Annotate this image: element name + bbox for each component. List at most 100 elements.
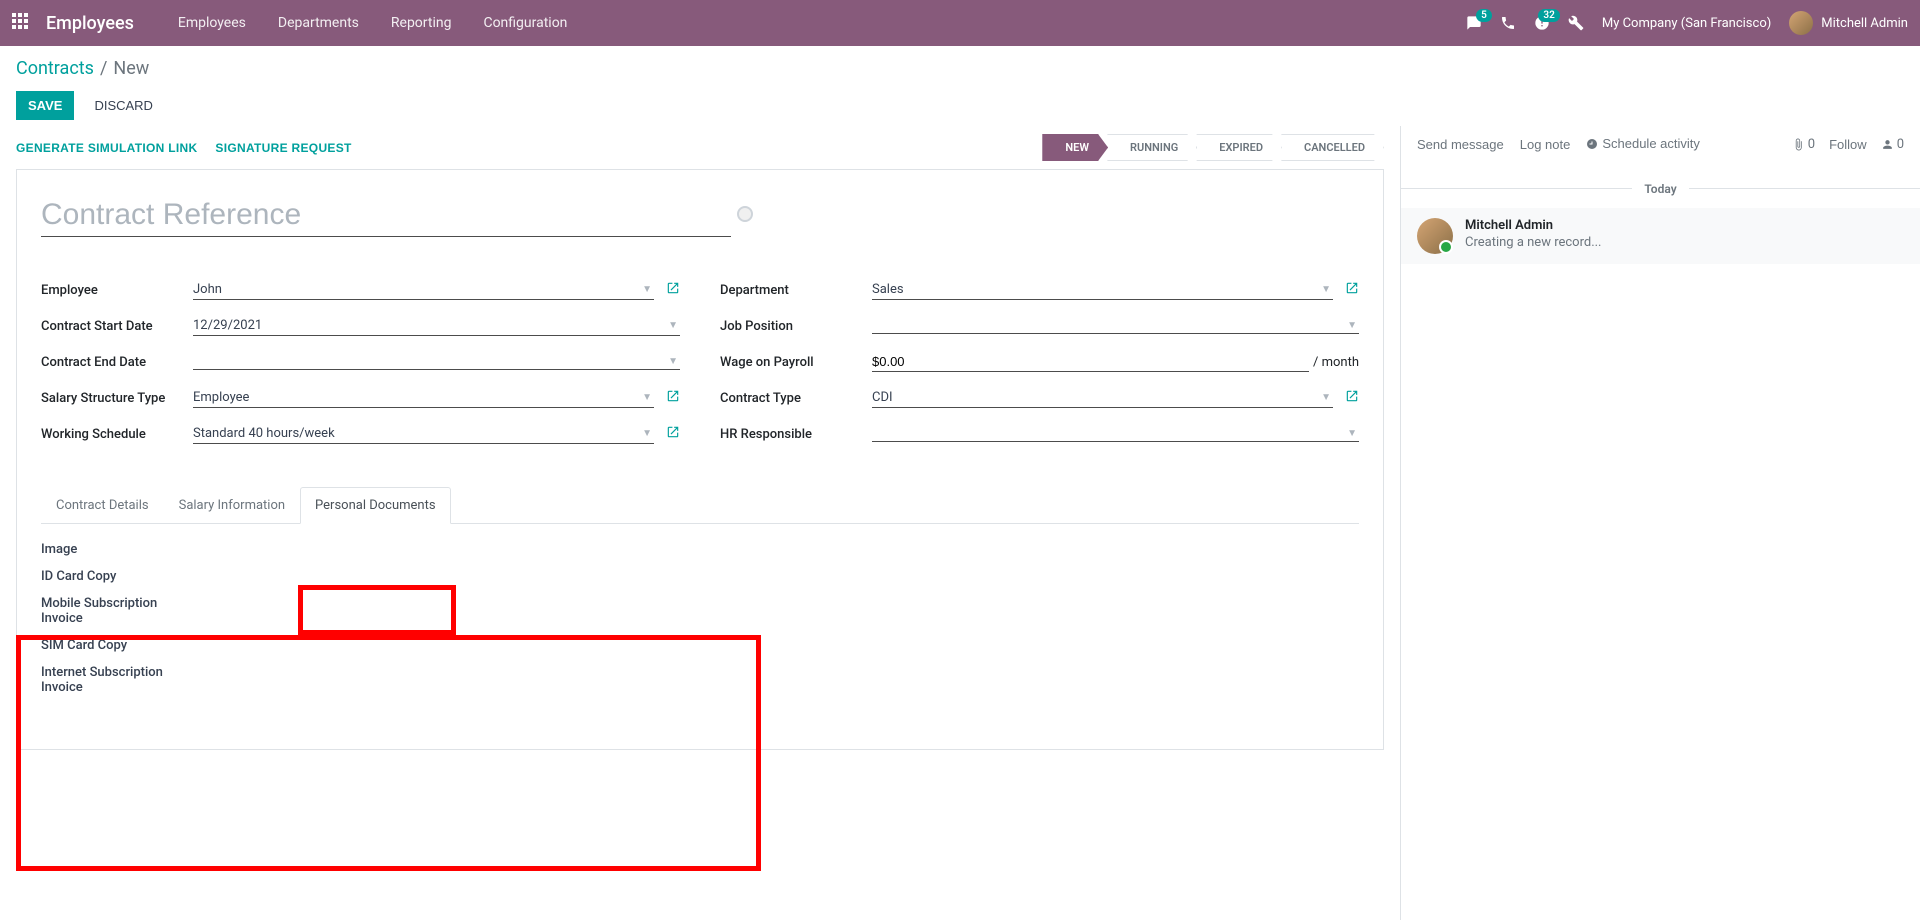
- caret-icon: ▼: [668, 356, 680, 367]
- caret-icon: ▼: [1347, 320, 1359, 331]
- apps-icon[interactable]: [12, 13, 32, 33]
- hr-field[interactable]: ▼: [872, 426, 1359, 442]
- message-author: Mitchell Admin: [1465, 218, 1904, 233]
- signature-request-button[interactable]: SIGNATURE REQUEST: [215, 141, 351, 155]
- phone-icon[interactable]: [1500, 15, 1516, 31]
- nav-menu: Employees Departments Reporting Configur…: [162, 1, 584, 45]
- wage-suffix: / month: [1313, 355, 1359, 370]
- start-date-field[interactable]: 12/29/2021 ▼: [193, 316, 680, 336]
- wage-label: Wage on Payroll: [720, 355, 872, 370]
- generate-simulation-link-button[interactable]: GENERATE SIMULATION LINK: [16, 141, 197, 155]
- debug-icon[interactable]: [1568, 15, 1584, 31]
- caret-icon: ▼: [1347, 428, 1359, 439]
- follow-button[interactable]: Follow: [1829, 137, 1867, 152]
- kanban-state-icon[interactable]: [737, 206, 753, 222]
- followers-button[interactable]: 0: [1881, 137, 1904, 152]
- message-avatar-icon: [1417, 218, 1453, 254]
- messages-badge: 5: [1476, 9, 1492, 22]
- contract-type-label: Contract Type: [720, 391, 872, 406]
- control-panel: Contracts / New SAVE DISCARD: [0, 46, 1920, 120]
- end-date-label: Contract End Date: [41, 355, 193, 370]
- employee-field[interactable]: John ▼: [193, 280, 654, 300]
- caret-icon: ▼: [1321, 392, 1333, 403]
- notebook-content: Image ID Card Copy Mobile Subscription I…: [41, 524, 1359, 725]
- stage-running[interactable]: RUNNING: [1107, 134, 1197, 161]
- department-label: Department: [720, 283, 872, 298]
- form-col-left: Employee John ▼ Contract Start Date: [41, 277, 680, 457]
- status-stages: NEW RUNNING EXPIRED CANCELLED: [1043, 134, 1384, 161]
- save-button[interactable]: SAVE: [16, 91, 74, 120]
- external-link-icon[interactable]: [1345, 389, 1359, 407]
- nav-reporting[interactable]: Reporting: [375, 1, 468, 45]
- external-link-icon[interactable]: [666, 425, 680, 443]
- chatter-topbar: Send message Log note Schedule activity …: [1401, 126, 1920, 164]
- end-date-field[interactable]: ▼: [193, 354, 680, 370]
- user-menu[interactable]: Mitchell Admin: [1789, 11, 1908, 35]
- attachments-button[interactable]: 0: [1792, 137, 1815, 152]
- caret-icon: ▼: [1321, 284, 1333, 295]
- contract-type-field[interactable]: CDI ▼: [872, 388, 1333, 408]
- topbar: Employees Employees Departments Reportin…: [0, 0, 1920, 46]
- activity-icon[interactable]: 32: [1534, 15, 1550, 31]
- user-avatar-icon: [1789, 11, 1813, 35]
- messages-icon[interactable]: 5: [1466, 15, 1482, 31]
- form-sheet: Employee John ▼ Contract Start Date: [16, 169, 1384, 750]
- activity-badge: 32: [1538, 9, 1559, 22]
- company-switcher[interactable]: My Company (San Francisco): [1602, 16, 1771, 31]
- notebook: Contract Details Salary Information Pers…: [41, 487, 1359, 725]
- doc-internet-label: Internet Subscription Invoice: [41, 665, 191, 695]
- schedule-field[interactable]: Standard 40 hours/week ▼: [193, 424, 654, 444]
- form-view: GENERATE SIMULATION LINK SIGNATURE REQUE…: [0, 126, 1400, 920]
- nav-employees[interactable]: Employees: [162, 1, 262, 45]
- discard-button[interactable]: DISCARD: [86, 91, 161, 120]
- app-title[interactable]: Employees: [46, 13, 134, 34]
- caret-icon: ▼: [668, 320, 680, 331]
- start-date-label: Contract Start Date: [41, 319, 193, 334]
- stage-cancelled[interactable]: CANCELLED: [1281, 134, 1384, 161]
- doc-sim-label: SIM Card Copy: [41, 638, 191, 653]
- message-text: Creating a new record...: [1465, 235, 1904, 250]
- doc-image-label: Image: [41, 542, 191, 557]
- employee-label: Employee: [41, 283, 193, 298]
- position-field[interactable]: ▼: [872, 318, 1359, 334]
- status-actions: GENERATE SIMULATION LINK SIGNATURE REQUE…: [16, 141, 352, 155]
- position-label: Job Position: [720, 319, 872, 334]
- action-buttons: SAVE DISCARD: [16, 91, 1904, 120]
- breadcrumb: Contracts / New: [16, 58, 1904, 79]
- notebook-tabs: Contract Details Salary Information Pers…: [41, 487, 1359, 524]
- breadcrumb-root[interactable]: Contracts: [16, 58, 94, 79]
- external-link-icon[interactable]: [666, 281, 680, 299]
- content-area: GENERATE SIMULATION LINK SIGNATURE REQUE…: [0, 126, 1920, 920]
- department-field[interactable]: Sales ▼: [872, 280, 1333, 300]
- caret-icon: ▼: [642, 428, 654, 439]
- form-fields: Employee John ▼ Contract Start Date: [41, 277, 1359, 457]
- nav-departments[interactable]: Departments: [262, 1, 375, 45]
- schedule-activity-button[interactable]: Schedule activity: [1586, 136, 1700, 153]
- nav-configuration[interactable]: Configuration: [467, 1, 583, 45]
- stage-new[interactable]: NEW: [1042, 134, 1108, 161]
- send-message-button[interactable]: Send message: [1417, 137, 1504, 152]
- user-name: Mitchell Admin: [1821, 16, 1908, 31]
- stage-expired[interactable]: EXPIRED: [1196, 134, 1282, 161]
- sys-icons: 5 32: [1466, 15, 1584, 31]
- external-link-icon[interactable]: [666, 389, 680, 407]
- doc-mobile-label: Mobile Subscription Invoice: [41, 596, 191, 626]
- hr-label: HR Responsible: [720, 427, 872, 442]
- breadcrumb-separator: /: [100, 58, 107, 79]
- chatter: Send message Log note Schedule activity …: [1400, 126, 1920, 920]
- tab-personal-documents[interactable]: Personal Documents: [300, 487, 451, 524]
- schedule-label: Working Schedule: [41, 427, 193, 442]
- log-note-button[interactable]: Log note: [1520, 137, 1571, 152]
- tab-salary-information[interactable]: Salary Information: [164, 487, 300, 524]
- contract-reference-input[interactable]: [41, 194, 731, 237]
- caret-icon: ▼: [642, 284, 654, 295]
- breadcrumb-current: New: [113, 58, 149, 79]
- caret-icon: ▼: [642, 392, 654, 403]
- structure-field[interactable]: Employee ▼: [193, 388, 654, 408]
- external-link-icon[interactable]: [1345, 281, 1359, 299]
- tab-contract-details[interactable]: Contract Details: [41, 487, 164, 524]
- structure-label: Salary Structure Type: [41, 391, 193, 406]
- wage-input[interactable]: [872, 352, 1309, 372]
- chatter-date-divider: Today: [1401, 182, 1920, 196]
- form-col-right: Department Sales ▼ Job Position: [720, 277, 1359, 457]
